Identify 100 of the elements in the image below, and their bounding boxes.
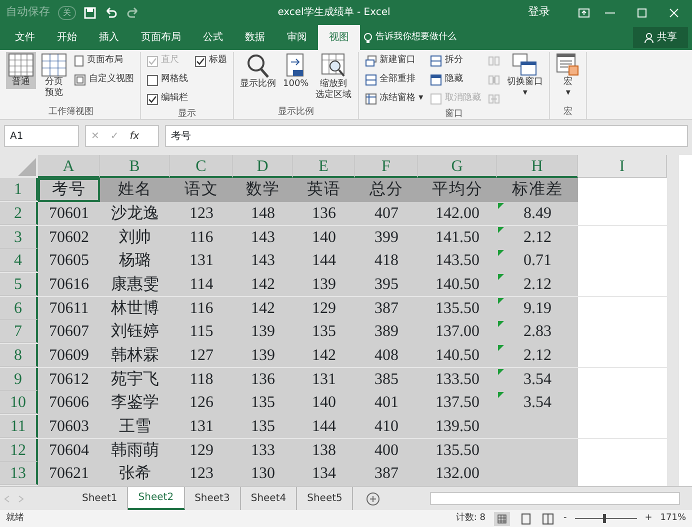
insert-function-button[interactable]: fx (130, 128, 140, 144)
table-cell: 韩雨萌 (100, 438, 170, 462)
ribbon-tab[interactable]: 公式 (192, 25, 234, 50)
window-title: excel学生成绩单 - Excel (276, 6, 392, 20)
ribbon-tab[interactable]: 插入 (88, 25, 130, 50)
ribbon-button[interactable]: 普通 (6, 52, 36, 89)
ribbon-button[interactable]: 自定义视图 (72, 71, 136, 89)
redo-icon[interactable] (126, 6, 140, 18)
page-layout-icon[interactable] (519, 512, 534, 524)
ribbon-button[interactable]: 冻结窗格 ▾ (362, 90, 426, 108)
normal-view-icon[interactable] (493, 512, 512, 526)
ribbon-tab[interactable]: 审阅 (276, 25, 318, 50)
ribbon-button[interactable]: 页面布局 (72, 52, 136, 70)
checkbox-box[interactable] (195, 56, 206, 66)
table-cell: 70612 (38, 368, 100, 392)
ribbon-display-icon[interactable] (578, 8, 590, 18)
row-header[interactable]: 1 (0, 178, 38, 202)
table-cell: 141.50 (418, 226, 497, 250)
zoom-level[interactable]: 171% (660, 512, 686, 526)
row-header[interactable]: 8 (0, 344, 38, 367)
row-header[interactable]: 10 (0, 391, 38, 414)
column-header[interactable]: F (355, 155, 418, 178)
ribbon-button[interactable]: 全部重排 (362, 71, 426, 89)
row-header[interactable]: 9 (0, 368, 38, 391)
error-indicator-icon[interactable] (498, 321, 504, 328)
ribbon-button[interactable]: 分页 预览 (39, 52, 69, 100)
table-cell: 135 (233, 414, 293, 438)
row-header[interactable]: 7 (0, 320, 38, 344)
login-link[interactable]: 登录 (528, 4, 550, 21)
checkbox-box[interactable] (147, 74, 158, 86)
column-header[interactable]: H (497, 155, 578, 178)
ribbon-button[interactable]: 宏 ▾ (554, 52, 582, 100)
error-indicator-icon[interactable] (498, 250, 504, 256)
error-indicator-icon[interactable] (498, 344, 504, 351)
zoom-slider-thumb[interactable] (602, 514, 606, 523)
zoom-in-button[interactable]: + (644, 512, 652, 526)
share-button[interactable]: 共享 (633, 27, 688, 48)
reset-position-icon (488, 93, 500, 105)
ribbon-button[interactable]: 隐藏 (428, 71, 484, 89)
person-icon (644, 32, 654, 44)
switch-windows-icon (512, 53, 538, 77)
row-header[interactable]: 6 (0, 296, 38, 320)
column-header[interactable]: I (578, 155, 667, 178)
name-box[interactable]: A1 (4, 125, 79, 147)
checkbox-box[interactable] (147, 94, 158, 104)
table-cell: 134 (293, 462, 355, 486)
table-cell: 数学 (233, 178, 293, 202)
undo-icon[interactable] (104, 6, 118, 18)
ribbon-tab[interactable]: 开始 (46, 25, 88, 50)
row-header[interactable]: 11 (0, 414, 38, 438)
column-header[interactable]: A (38, 155, 100, 178)
ribbon-button[interactable]: 缩放到 选定区域 (314, 52, 354, 102)
ribbon-button[interactable]: 100% (281, 52, 311, 91)
horizontal-scrollbar[interactable] (430, 492, 680, 505)
tell-me-field[interactable]: 告诉我你想要做什么 (376, 30, 456, 44)
ribbon-tab[interactable]: 文件 (4, 25, 46, 50)
row-header[interactable]: 12 (0, 438, 38, 462)
column-header[interactable]: C (170, 155, 233, 178)
ribbon-button[interactable]: 显示比例 (238, 52, 278, 91)
error-indicator-icon[interactable] (498, 368, 504, 375)
table-cell: 410 (355, 414, 418, 438)
table-cell: 70602 (38, 226, 100, 250)
row-header[interactable]: 2 (0, 202, 38, 225)
column-header[interactable]: G (418, 155, 497, 178)
row-header[interactable]: 3 (0, 226, 38, 249)
error-indicator-icon[interactable] (498, 392, 504, 398)
table-cell: 400 (355, 438, 418, 462)
table-cell: 133 (233, 438, 293, 462)
table-cell: 平均分 (418, 178, 497, 202)
page-grid-icon (41, 53, 67, 77)
count-text: 计数: 8 (456, 512, 486, 525)
column-header[interactable]: E (293, 155, 355, 178)
row-header[interactable]: 5 (0, 272, 38, 296)
row-header[interactable]: 4 (0, 249, 38, 272)
column-header[interactable]: D (233, 155, 293, 178)
vertical-scrollbar[interactable] (667, 155, 679, 486)
ribbon-tab[interactable]: 数据 (234, 25, 276, 50)
status-text: 就绪 (6, 512, 24, 525)
ribbon-button[interactable]: 新建窗口 (362, 52, 426, 70)
table-cell: 115 (170, 320, 233, 344)
ribbon-button[interactable]: 拆分 (428, 52, 484, 70)
error-indicator-icon[interactable] (498, 274, 504, 280)
column-header[interactable]: B (100, 155, 170, 178)
ribbon-tab[interactable]: 页面布局 (130, 25, 192, 50)
sheet-tab[interactable]: Sheet2 (128, 487, 185, 510)
error-indicator-icon[interactable] (498, 202, 504, 209)
table-cell: 143 (233, 249, 293, 273)
table-cell: 142 (233, 272, 293, 296)
page-break-preview-icon[interactable] (541, 512, 556, 524)
autosave-toggle[interactable]: 关 (58, 6, 76, 20)
ribbon-button[interactable]: 切换窗口 ▾ (505, 52, 546, 100)
save-icon[interactable] (84, 6, 96, 18)
ribbon-tab[interactable]: 视图 (318, 25, 360, 50)
row-header[interactable]: 13 (0, 462, 38, 486)
formula-field[interactable]: 考号 (165, 125, 688, 147)
error-indicator-icon[interactable] (498, 226, 504, 233)
error-indicator-icon[interactable] (498, 298, 504, 304)
table-cell: 70606 (38, 391, 100, 415)
zoom-out-button[interactable]: - (563, 512, 567, 526)
table-cell: 70607 (38, 320, 100, 344)
